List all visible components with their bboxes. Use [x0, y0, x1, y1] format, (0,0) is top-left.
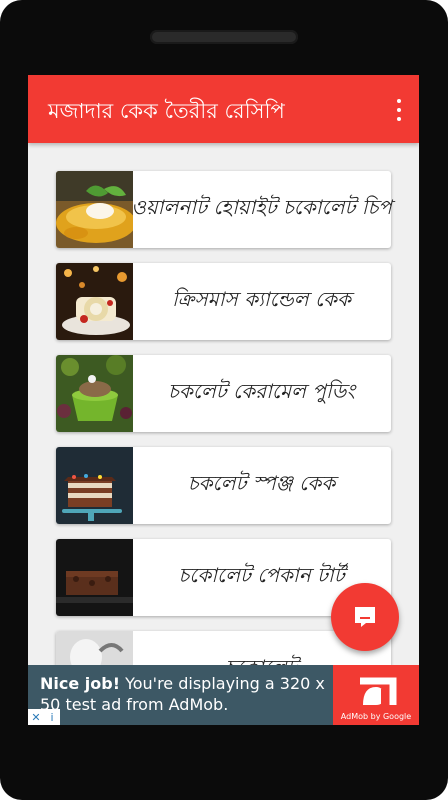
- recipe-card[interactable]: ওয়ালনাট হোয়াইট চকোলেট চিপ: [56, 171, 392, 248]
- app-bar: মজাদার কেক তৈরীর রেসিপি: [28, 75, 419, 143]
- chat-icon: [355, 607, 375, 627]
- adchoices[interactable]: ✕ i: [28, 709, 60, 725]
- ad-headline: Nice job!: [40, 674, 121, 693]
- overflow-menu-icon[interactable]: [391, 97, 407, 123]
- recipe-title: ওয়ালনাট হোয়াইট চকোলেট চিপ: [131, 195, 392, 219]
- recipe-title: ক্রিসমাস ক্যান্ডেল কেক: [171, 287, 352, 311]
- admob-logo: AdMob by Google: [333, 665, 419, 725]
- sponge-cake-thumbnail: [56, 447, 133, 524]
- chat-fab-button[interactable]: [331, 583, 399, 651]
- pudding-thumbnail: [56, 355, 133, 432]
- app-screen: মজাদার কেক তৈরীর রেসিপি ওয়ালনাট হোয়াইট…: [28, 75, 419, 725]
- recipe-card[interactable]: চকলেট স্পঞ্জ কেক: [56, 447, 391, 524]
- ad-text: Nice job! You're displaying a 320 x 50 t…: [40, 673, 340, 715]
- recipe-title: চকলেট স্পঞ্জ কেক: [187, 471, 336, 495]
- recipe-card[interactable]: চকলেট কেরামেল পুডিং: [56, 355, 391, 432]
- admob-banner[interactable]: Nice job! You're displaying a 320 x 50 t…: [28, 665, 419, 725]
- phone-speaker: [150, 30, 298, 44]
- recipe-title: চকলেট কেরামেল পুডিং: [168, 379, 355, 403]
- app-title: মজাদার কেক তৈরীর রেসিপি: [48, 99, 285, 123]
- close-icon[interactable]: ✕: [28, 709, 44, 725]
- cake-thumbnail: [56, 631, 133, 665]
- admob-brand: AdMob by Google: [340, 712, 412, 721]
- roll-cake-thumbnail: [56, 263, 133, 340]
- walnut-tart-thumbnail: [56, 171, 133, 248]
- pecan-tart-thumbnail: [56, 539, 133, 616]
- recipe-card[interactable]: ক্রিসমাস ক্যান্ডেল কেক: [56, 263, 391, 340]
- phone-frame: মজাদার কেক তৈরীর রেসিপি ওয়ালনাট হোয়াইট…: [0, 0, 448, 800]
- info-icon[interactable]: i: [44, 709, 60, 725]
